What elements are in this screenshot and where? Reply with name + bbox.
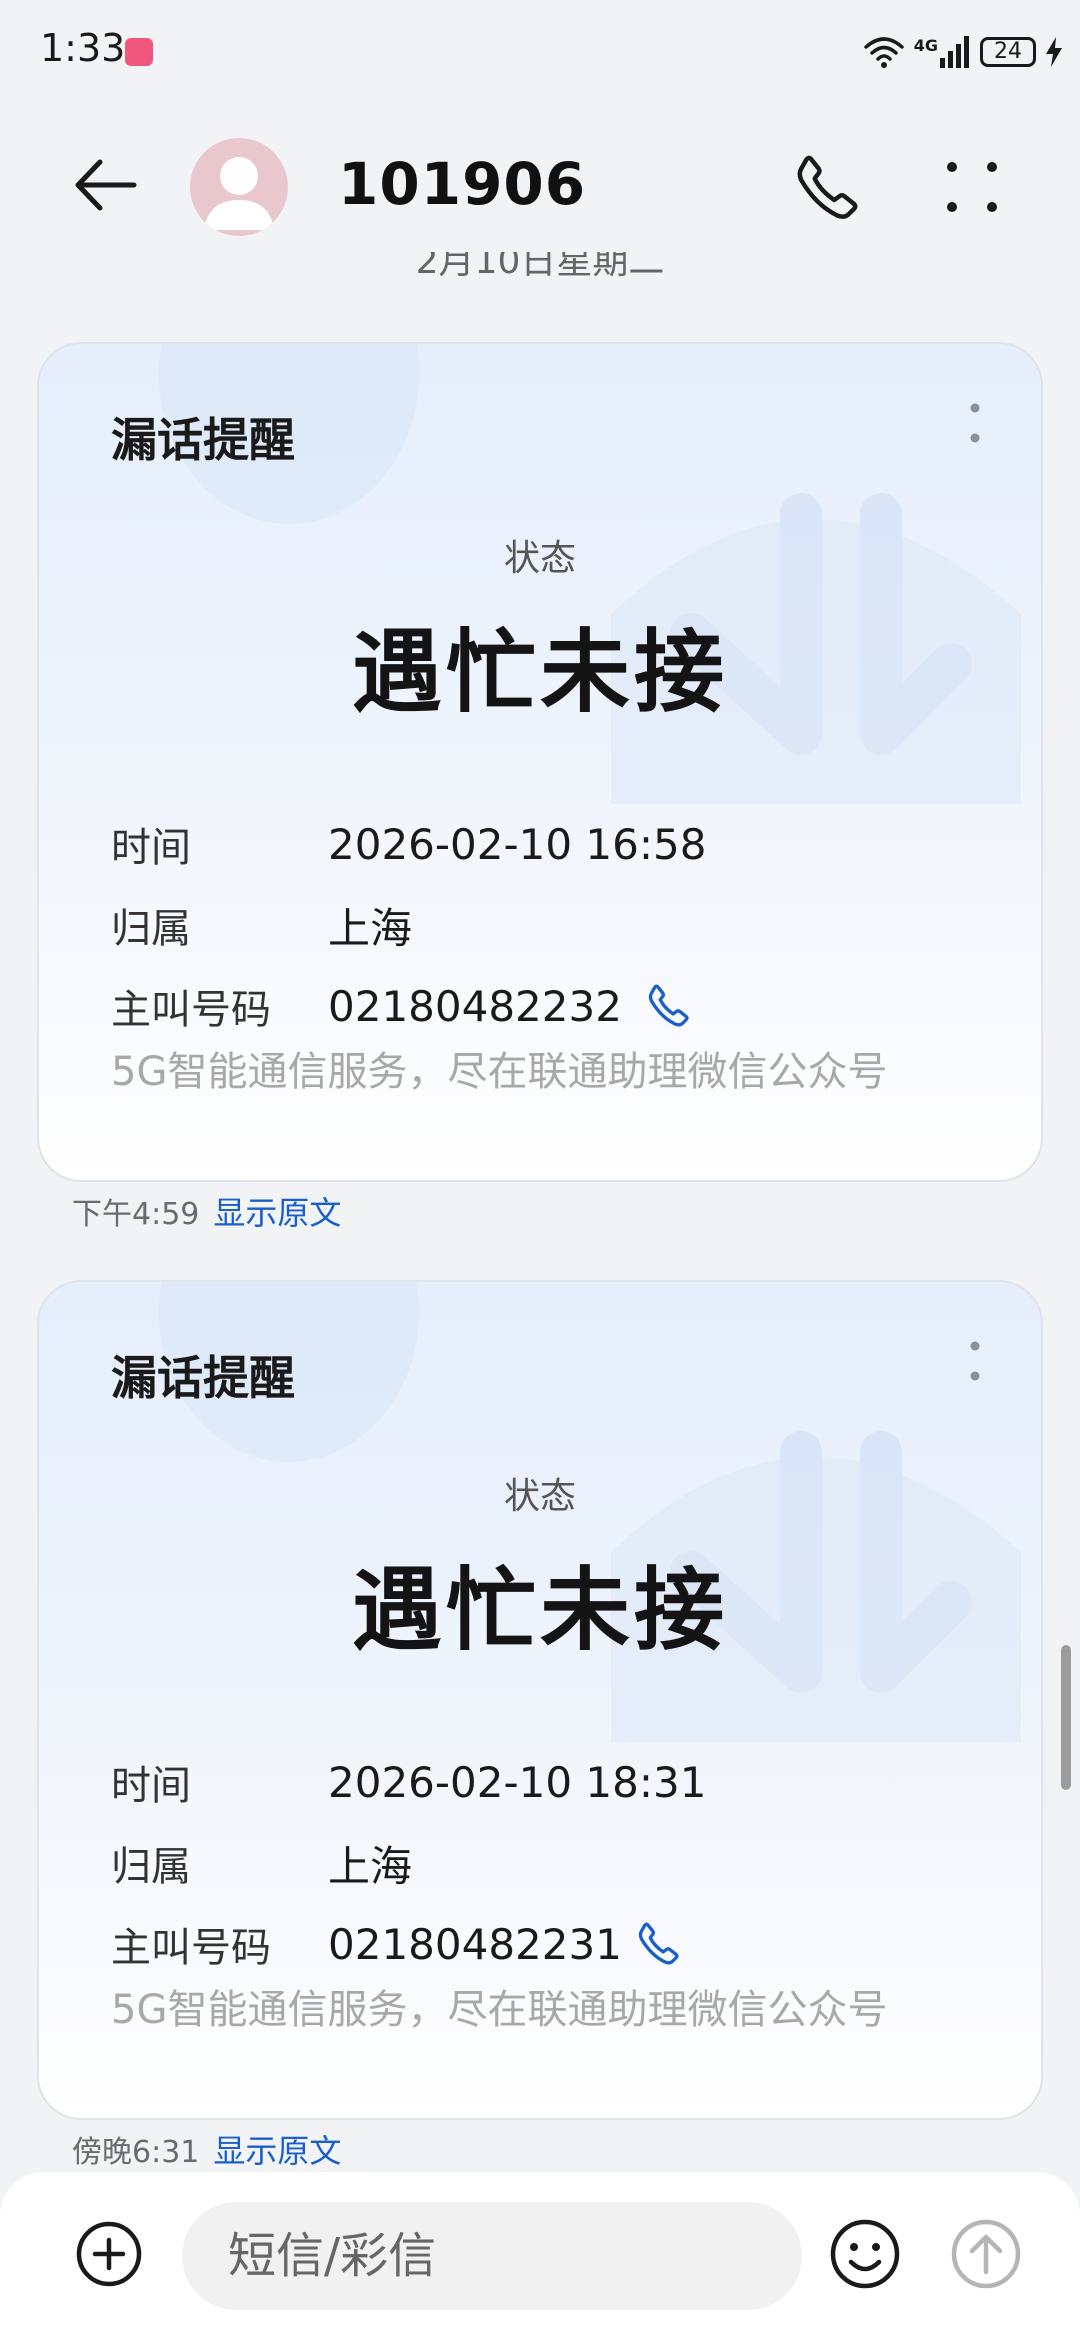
wifi-icon	[863, 35, 904, 69]
message-time: 傍晚6:31	[72, 2135, 200, 2170]
location-value: 上海	[328, 903, 413, 953]
avatar[interactable]	[190, 138, 288, 236]
vertical-dots-icon	[970, 1341, 980, 1381]
call-button[interactable]	[790, 150, 866, 226]
four-dots-menu-icon	[947, 162, 997, 212]
missed-call-card[interactable]: 漏话提醒 状态 遇忙未接 时间 2026-02-10 18:31 归属 上海 主…	[37, 1280, 1043, 2120]
emoji-button[interactable]	[827, 2216, 903, 2292]
vertical-dots-icon	[970, 403, 980, 443]
cellular-signal-icon: 4G	[914, 36, 970, 68]
show-original-link[interactable]: 显示原文	[213, 2126, 341, 2172]
plus-circle-icon	[76, 2221, 142, 2287]
conversation-header: 101906	[0, 110, 1080, 265]
call-back-icon[interactable]	[644, 981, 694, 1031]
state-label: 状态	[503, 538, 576, 579]
send-button[interactable]	[948, 2216, 1024, 2292]
location-row: 归属 上海	[111, 1833, 412, 1893]
app-notification-icon	[125, 38, 153, 66]
status-icons: 4G 24	[863, 30, 1062, 74]
caller-number[interactable]: 02180482232	[328, 982, 622, 1031]
status-time: 1:33	[40, 26, 126, 70]
time-value: 2026-02-10 16:58	[328, 819, 707, 869]
card-title: 漏话提醒	[111, 413, 295, 467]
back-button[interactable]	[70, 150, 140, 220]
contact-name: 101906	[338, 150, 587, 218]
smiley-icon	[830, 2219, 900, 2289]
time-label: 时间	[111, 825, 191, 871]
caller-label: 主叫号码	[111, 987, 271, 1033]
state-value: 遇忙未接	[352, 620, 728, 725]
network-type: 4G	[913, 36, 938, 55]
caller-row: 主叫号码 02180482231	[111, 1914, 684, 1974]
location-label: 归属	[111, 1844, 191, 1890]
status-bar: 1:33 4G 24	[0, 0, 1080, 100]
date-separator: 2月10日星期二	[415, 252, 665, 282]
caller-row: 主叫号码 02180482232	[111, 976, 694, 1036]
message-composer	[0, 2172, 1080, 2340]
missed-call-card[interactable]: 漏话提醒 状态 遇忙未接 时间 2026-02-10 16:58 归属 上海 主…	[37, 342, 1043, 1182]
state-label: 状态	[503, 1476, 576, 1517]
time-label: 时间	[111, 1763, 191, 1809]
card-more-button[interactable]	[965, 1332, 985, 1392]
caller-number[interactable]: 02180482231	[328, 1920, 622, 1969]
time-value: 2026-02-10 18:31	[328, 1757, 707, 1807]
caller-label: 主叫号码	[111, 1925, 271, 1971]
location-label: 归属	[111, 906, 191, 952]
time-row: 时间 2026-02-10 18:31	[111, 1752, 706, 1812]
arrow-left-icon	[75, 159, 137, 211]
call-back-icon[interactable]	[634, 1919, 684, 1969]
card-footer-text: 5G智能通信服务，尽在联通助理微信公众号	[111, 1987, 888, 2033]
card-footer-text: 5G智能通信服务，尽在联通助理微信公众号	[111, 1049, 888, 1095]
card-more-button[interactable]	[965, 394, 985, 454]
time-row: 时间 2026-02-10 16:58	[111, 814, 706, 874]
sms-input[interactable]	[182, 2202, 802, 2310]
battery-indicator: 24	[980, 37, 1036, 67]
show-original-link[interactable]: 显示原文	[213, 1188, 341, 1234]
scrollbar-thumb[interactable]	[1061, 1645, 1071, 1790]
person-icon	[204, 157, 274, 230]
message-meta: 傍晚6:31 显示原文	[72, 2126, 341, 2172]
message-time: 下午4:59	[72, 1197, 200, 1232]
phone-icon	[797, 155, 858, 219]
message-meta: 下午4:59 显示原文	[72, 1188, 341, 1234]
charging-icon	[1046, 37, 1062, 67]
more-options-button[interactable]	[940, 155, 1004, 219]
location-value: 上海	[328, 1841, 413, 1891]
card-title: 漏话提醒	[111, 1351, 295, 1405]
state-value: 遇忙未接	[352, 1558, 728, 1663]
location-row: 归属 上海	[111, 895, 412, 955]
add-attachment-button[interactable]	[75, 2220, 143, 2288]
arrow-up-icon	[951, 2219, 1021, 2289]
